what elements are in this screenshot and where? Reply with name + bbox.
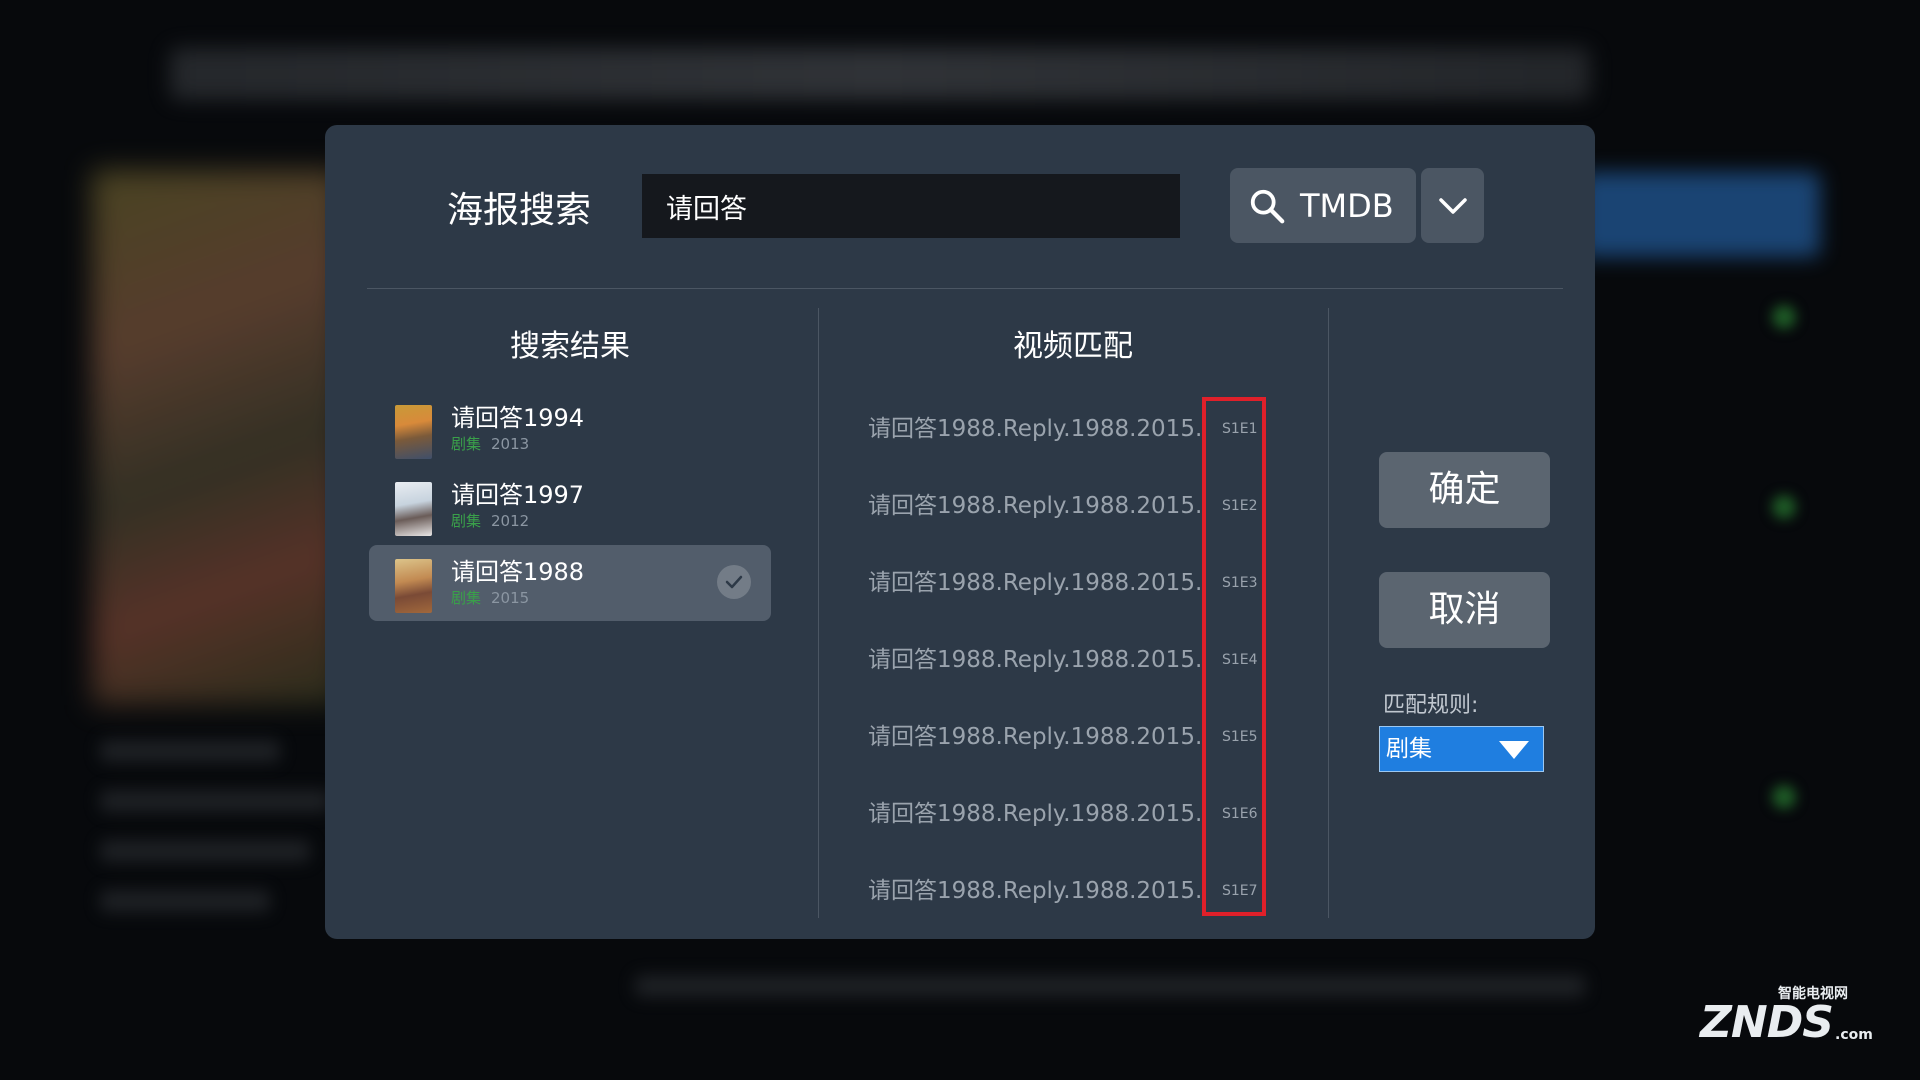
background-text: [635, 975, 1585, 997]
match-title: 视频匹配: [1013, 329, 1133, 364]
result-type: 剧集: [451, 435, 482, 453]
background-dot: [1772, 495, 1796, 519]
result-poster: [395, 405, 432, 459]
match-filename: 请回答1988.Reply.1988.2015.S..: [868, 878, 1206, 904]
column-divider: [818, 308, 819, 918]
watermark-main: ZNDS: [1700, 997, 1834, 1048]
check-icon: [717, 565, 751, 599]
result-year: 2012: [491, 512, 530, 530]
results-title: 搜索结果: [510, 329, 630, 364]
background-text: [100, 740, 280, 762]
result-name: 请回答1988: [451, 558, 585, 586]
background-poster: [92, 170, 342, 705]
background-text: [100, 790, 330, 812]
cancel-button[interactable]: 取消: [1379, 572, 1550, 648]
match-filename: 请回答1988.Reply.1988.2015.S..: [868, 416, 1206, 442]
result-name: 请回答1997: [451, 481, 585, 509]
background-title: [170, 48, 1590, 100]
result-year: 2013: [491, 435, 530, 453]
result-type: 剧集: [451, 512, 482, 530]
match-filename: 请回答1988.Reply.1988.2015.S..: [868, 801, 1206, 827]
match-filename: 请回答1988.Reply.1988.2015.S..: [868, 570, 1206, 596]
background-button: [1580, 172, 1820, 257]
result-item[interactable]: 请回答1997 剧集 2012: [369, 468, 771, 544]
result-meta: 剧集 2012: [451, 512, 529, 530]
match-filename: 请回答1988.Reply.1988.2015.S..: [868, 493, 1206, 519]
watermark-suffix: .com: [1835, 1027, 1873, 1043]
background-text: [100, 890, 270, 912]
search-source-label: TMDB: [1300, 186, 1394, 225]
background-dot: [1772, 305, 1796, 329]
match-filename: 请回答1988.Reply.1988.2015.S..: [868, 647, 1206, 673]
result-poster: [395, 482, 432, 536]
result-meta: 剧集 2015: [451, 589, 529, 607]
search-icon: [1250, 189, 1285, 223]
result-poster: [395, 559, 432, 613]
chevron-down-icon: [1438, 197, 1467, 214]
result-item[interactable]: 请回答1994 剧集 2013: [369, 391, 771, 467]
poster-search-dialog: 海报搜索 TMDB 搜索结果 请回答1994 剧集 2013 请回答1997 剧集…: [325, 125, 1595, 939]
match-filename: 请回答1988.Reply.1988.2015.S..: [868, 724, 1206, 750]
background-dot: [1772, 785, 1796, 809]
column-divider: [1328, 308, 1329, 918]
header-divider: [367, 288, 1563, 289]
dialog-title: 海报搜索: [447, 190, 592, 231]
confirm-button[interactable]: 确定: [1379, 452, 1550, 528]
search-source-button[interactable]: TMDB: [1230, 168, 1416, 243]
result-name: 请回答1994: [451, 404, 585, 432]
match-rule-value: 剧集: [1386, 736, 1432, 762]
result-item-selected[interactable]: 请回答1988 剧集 2015: [369, 545, 771, 621]
result-year: 2015: [491, 589, 530, 607]
match-rule-select[interactable]: 剧集: [1379, 726, 1544, 772]
match-rule-label: 匹配规则:: [1383, 693, 1479, 718]
episode-highlight-box: [1202, 397, 1266, 916]
result-type: 剧集: [451, 589, 482, 607]
source-dropdown-button[interactable]: [1421, 168, 1484, 243]
result-meta: 剧集 2013: [451, 435, 529, 453]
background-text: [100, 840, 310, 862]
search-input[interactable]: [642, 174, 1180, 238]
znds-watermark-logo: 智能电视网 ZNDS .com: [1700, 975, 1880, 1055]
triangle-down-icon: [1499, 741, 1529, 759]
